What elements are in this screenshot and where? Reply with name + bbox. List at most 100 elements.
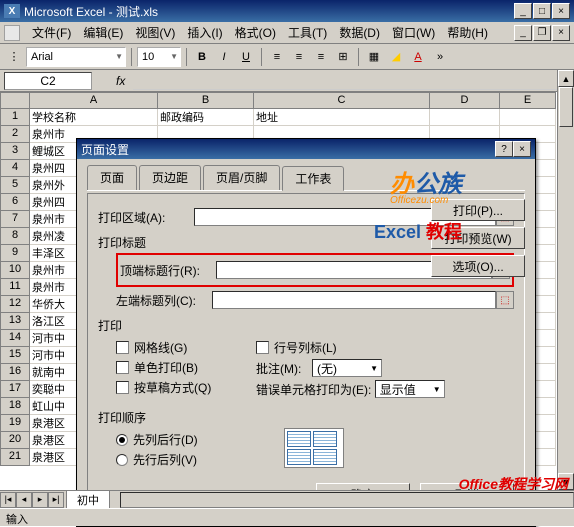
menu-window[interactable]: 窗口(W) bbox=[386, 22, 441, 43]
row-header[interactable]: 8 bbox=[0, 228, 30, 245]
tab-page[interactable]: 页面 bbox=[87, 165, 137, 190]
app-menu-icon[interactable] bbox=[4, 25, 20, 41]
cols-repeat-ref-button[interactable]: ⬚ bbox=[496, 291, 514, 309]
cell[interactable]: 地址 bbox=[254, 109, 430, 126]
cell[interactable] bbox=[500, 109, 556, 126]
row-header[interactable]: 3 bbox=[0, 143, 30, 160]
doc-restore-button[interactable]: ❐ bbox=[533, 25, 551, 41]
bold-button[interactable]: B bbox=[192, 47, 212, 67]
doc-close-button[interactable]: × bbox=[552, 25, 570, 41]
fill-color-button[interactable]: ◢ bbox=[386, 47, 406, 67]
row-header[interactable]: 17 bbox=[0, 381, 30, 398]
close-button[interactable]: × bbox=[552, 3, 570, 19]
italic-button[interactable]: I bbox=[214, 47, 234, 67]
name-box[interactable]: C2 bbox=[4, 72, 92, 90]
toolbar-overflow-button[interactable]: » bbox=[430, 47, 450, 67]
options-button[interactable]: 选项(O)... bbox=[431, 255, 525, 277]
font-color-button[interactable]: A bbox=[408, 47, 428, 67]
tab-header-footer[interactable]: 页眉/页脚 bbox=[203, 165, 280, 190]
cell[interactable]: 学校名称 bbox=[30, 109, 158, 126]
row-header[interactable]: 16 bbox=[0, 364, 30, 381]
gridlines-label: 网格线(G) bbox=[134, 339, 187, 356]
vertical-scrollbar[interactable]: ▲ ▼ bbox=[557, 70, 574, 490]
merge-center-button[interactable]: ⊞ bbox=[333, 47, 353, 67]
row-header[interactable]: 15 bbox=[0, 347, 30, 364]
formula-input[interactable] bbox=[133, 72, 570, 90]
column-header[interactable]: A bbox=[30, 92, 158, 109]
print-button[interactable]: 打印(P)... bbox=[431, 199, 525, 221]
row-header[interactable]: 20 bbox=[0, 432, 30, 449]
select-all-corner[interactable] bbox=[0, 92, 30, 109]
row-header[interactable]: 13 bbox=[0, 313, 30, 330]
cols-repeat-input[interactable] bbox=[212, 291, 496, 309]
sheet-tab-active[interactable]: 初中 bbox=[66, 490, 110, 509]
column-header[interactable]: D bbox=[430, 92, 500, 109]
doc-minimize-button[interactable]: _ bbox=[514, 25, 532, 41]
font-dropdown[interactable]: Arial bbox=[26, 47, 126, 67]
row-header[interactable]: 10 bbox=[0, 262, 30, 279]
align-center-button[interactable]: ≡ bbox=[289, 47, 309, 67]
errors-dropdown[interactable]: 显示值 bbox=[375, 380, 445, 398]
tab-nav-prev[interactable]: ◂ bbox=[16, 492, 32, 508]
menu-format[interactable]: 格式(O) bbox=[229, 22, 282, 43]
column-header[interactable]: B bbox=[158, 92, 254, 109]
row-header[interactable]: 11 bbox=[0, 279, 30, 296]
menu-file[interactable]: 文件(F) bbox=[26, 22, 77, 43]
dialog-close-button[interactable]: × bbox=[513, 141, 531, 157]
row-header[interactable]: 21 bbox=[0, 449, 30, 466]
maximize-button[interactable]: □ bbox=[533, 3, 551, 19]
fx-label[interactable]: fx bbox=[116, 74, 125, 88]
align-left-button[interactable]: ≡ bbox=[267, 47, 287, 67]
minimize-button[interactable]: _ bbox=[514, 3, 532, 19]
tab-nav-next[interactable]: ▸ bbox=[32, 492, 48, 508]
tab-nav-last[interactable]: ▸| bbox=[48, 492, 64, 508]
row-header[interactable]: 9 bbox=[0, 245, 30, 262]
page-setup-dialog: 页面设置 ? × 页面 页边距 页眉/页脚 工作表 打印区域(A): ⬚ 打印标… bbox=[76, 138, 536, 527]
row-header[interactable]: 2 bbox=[0, 126, 30, 143]
column-header[interactable]: E bbox=[500, 92, 556, 109]
scroll-up-button[interactable]: ▲ bbox=[558, 70, 574, 87]
bw-checkbox[interactable] bbox=[116, 361, 129, 374]
down-then-over-radio[interactable] bbox=[116, 434, 128, 446]
menu-help[interactable]: 帮助(H) bbox=[441, 22, 494, 43]
row-header[interactable]: 6 bbox=[0, 194, 30, 211]
scroll-down-button[interactable]: ▼ bbox=[558, 473, 574, 490]
tab-sheet[interactable]: 工作表 bbox=[282, 166, 344, 191]
toolbar-handle-icon[interactable]: ⋮ bbox=[4, 47, 24, 67]
row-header[interactable]: 7 bbox=[0, 211, 30, 228]
comments-dropdown[interactable]: (无) bbox=[312, 359, 382, 377]
row-header[interactable]: 14 bbox=[0, 330, 30, 347]
scroll-thumb[interactable] bbox=[559, 87, 573, 127]
row-header[interactable]: 1 bbox=[0, 109, 30, 126]
cell[interactable]: 邮政编码 bbox=[158, 109, 254, 126]
row-header[interactable]: 4 bbox=[0, 160, 30, 177]
menu-edit[interactable]: 编辑(E) bbox=[77, 22, 129, 43]
menu-view[interactable]: 视图(V) bbox=[129, 22, 181, 43]
menu-data[interactable]: 数据(D) bbox=[333, 22, 386, 43]
row-header[interactable]: 5 bbox=[0, 177, 30, 194]
align-right-button[interactable]: ≡ bbox=[311, 47, 331, 67]
gridlines-checkbox[interactable] bbox=[116, 341, 129, 354]
horizontal-scrollbar[interactable] bbox=[120, 492, 574, 508]
rowcol-headings-checkbox[interactable] bbox=[256, 341, 269, 354]
dialog-title: 页面设置 bbox=[81, 141, 495, 158]
over-then-down-radio[interactable] bbox=[116, 454, 128, 466]
print-preview-button[interactable]: 打印预览(W) bbox=[431, 227, 525, 249]
menubar: 文件(F) 编辑(E) 视图(V) 插入(I) 格式(O) 工具(T) 数据(D… bbox=[0, 22, 574, 44]
row-header[interactable]: 19 bbox=[0, 415, 30, 432]
tab-margins[interactable]: 页边距 bbox=[139, 165, 201, 190]
fontsize-dropdown[interactable]: 10 bbox=[137, 47, 181, 67]
dialog-titlebar[interactable]: 页面设置 ? × bbox=[77, 139, 535, 159]
draft-checkbox[interactable] bbox=[116, 381, 129, 394]
down-then-over-label: 先列后行(D) bbox=[133, 431, 198, 448]
column-header[interactable]: C bbox=[254, 92, 430, 109]
borders-button[interactable]: ▦ bbox=[364, 47, 384, 67]
cell[interactable] bbox=[430, 109, 500, 126]
menu-tools[interactable]: 工具(T) bbox=[282, 22, 333, 43]
row-header[interactable]: 18 bbox=[0, 398, 30, 415]
dialog-help-button[interactable]: ? bbox=[495, 141, 513, 157]
row-header[interactable]: 12 bbox=[0, 296, 30, 313]
underline-button[interactable]: U bbox=[236, 47, 256, 67]
menu-insert[interactable]: 插入(I) bbox=[181, 22, 228, 43]
tab-nav-first[interactable]: |◂ bbox=[0, 492, 16, 508]
